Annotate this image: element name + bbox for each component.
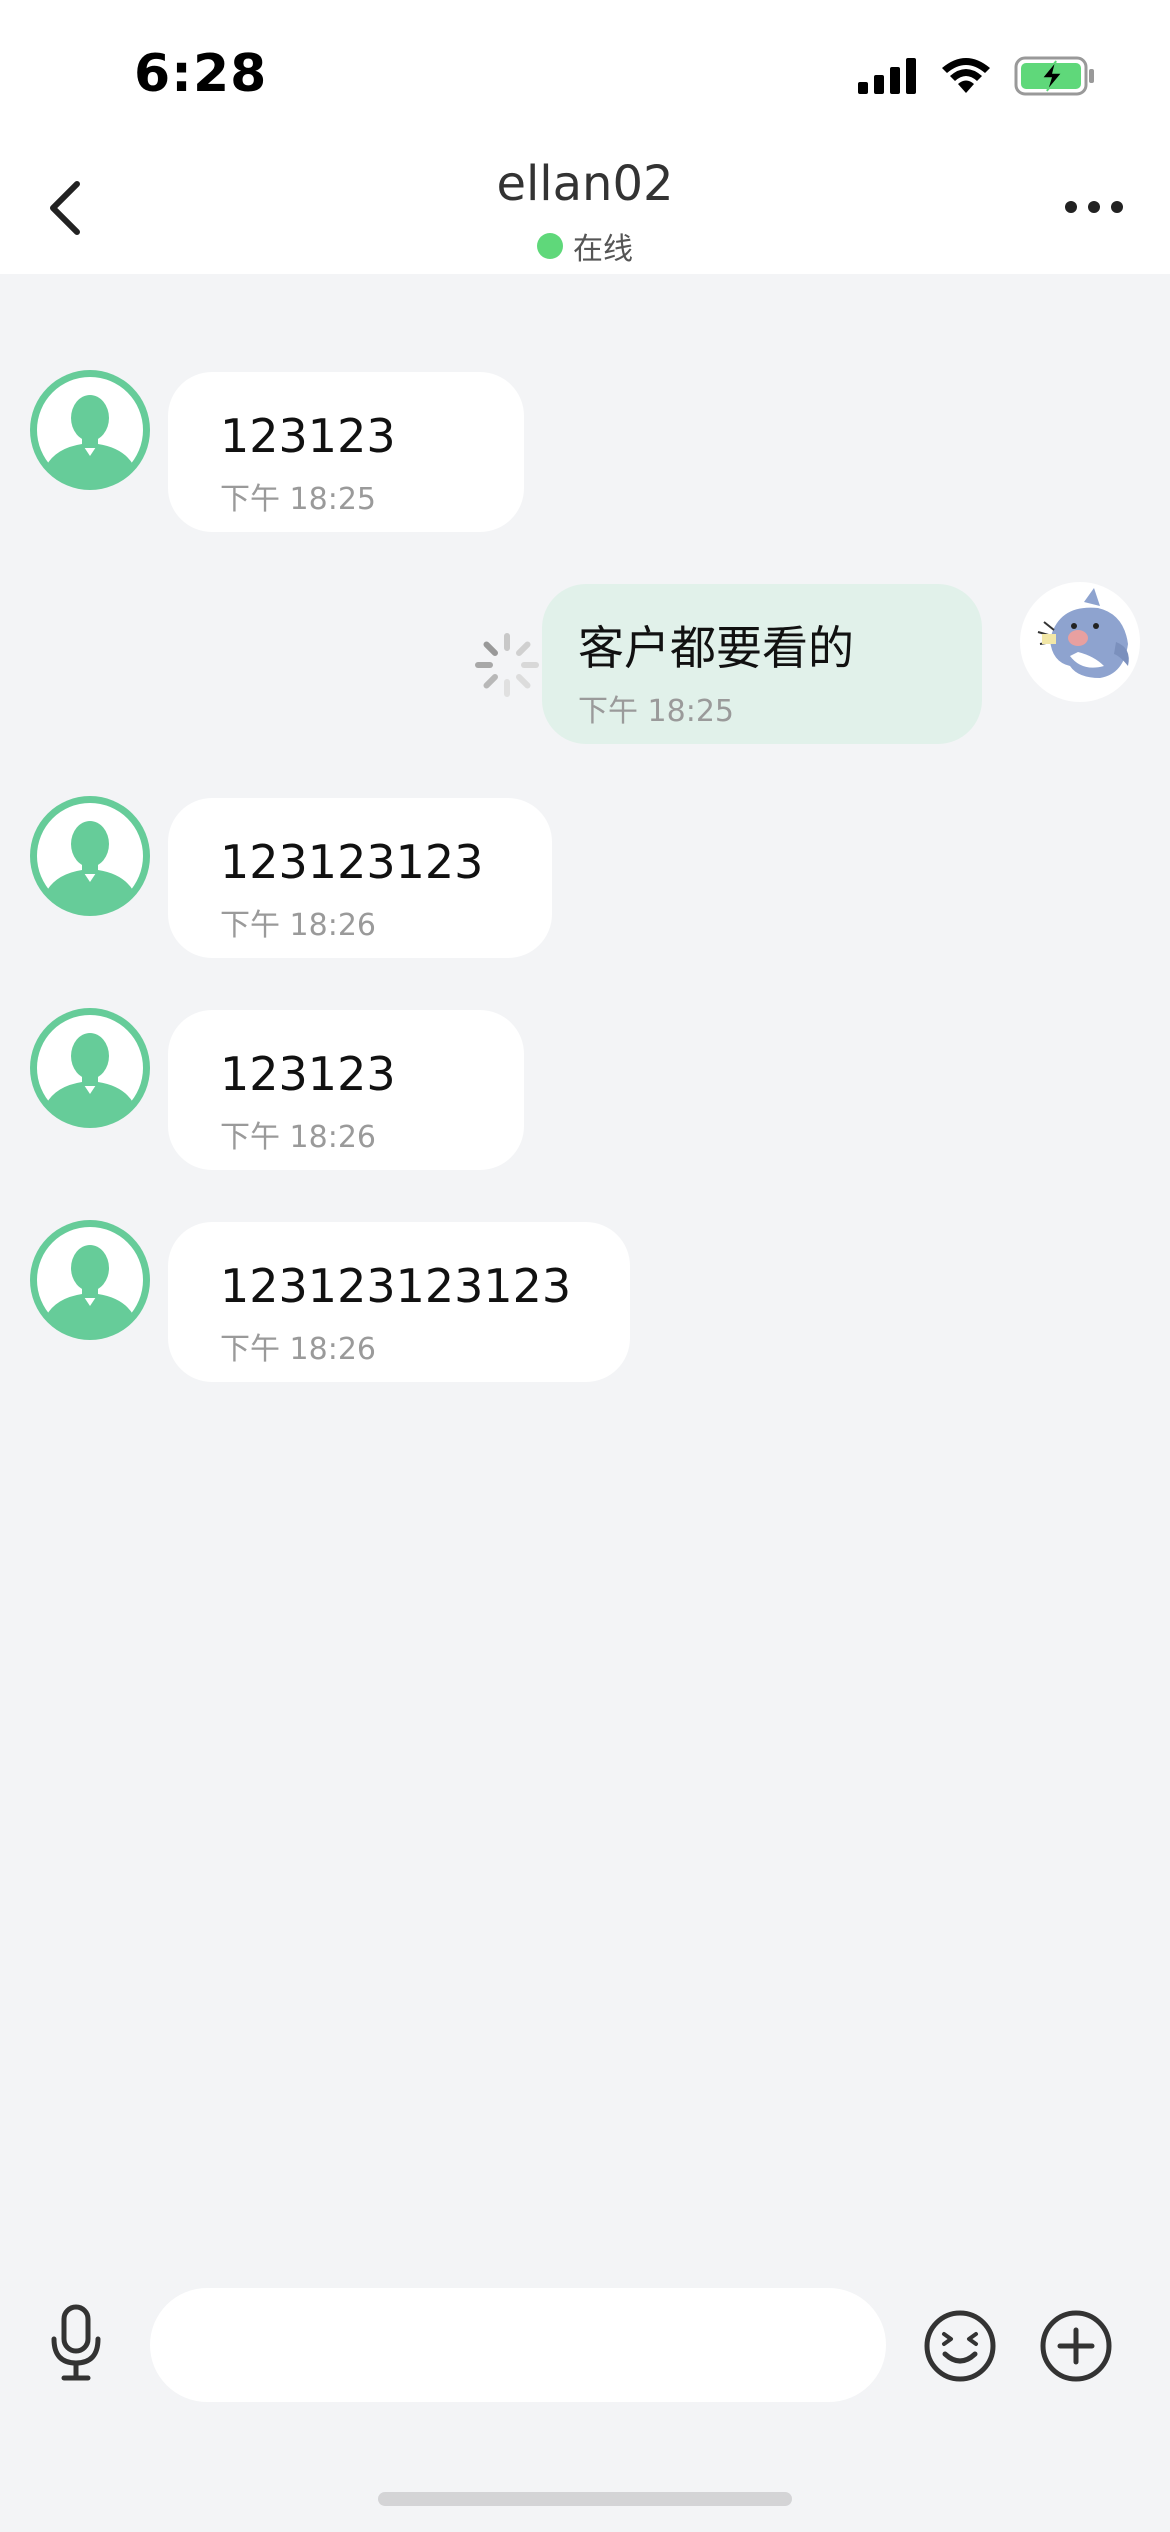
cellular-signal-icon: [858, 58, 918, 98]
message-row: 123123123 下午 18:26: [0, 796, 1170, 966]
message-row: 123123 下午 18:26: [0, 1008, 1170, 1178]
online-status-label: 在线: [573, 232, 633, 267]
default-user-avatar-icon: [37, 1227, 143, 1336]
avatar[interactable]: [30, 796, 150, 916]
online-status: 在线: [0, 224, 1170, 268]
status-time: 6:28: [134, 44, 268, 104]
voice-input-button[interactable]: [38, 2300, 114, 2390]
status-icons: [858, 56, 1096, 100]
message-time: 下午 18:25: [220, 482, 376, 517]
avatar[interactable]: [30, 370, 150, 490]
microphone-icon: [48, 2303, 104, 2387]
home-indicator[interactable]: [378, 2492, 792, 2506]
message-time: 下午 18:26: [220, 1332, 376, 1367]
shark-sticker-avatar-icon: [1022, 584, 1138, 700]
status-bar: 6:28: [0, 0, 1170, 150]
message-time: 下午 18:26: [220, 1120, 376, 1155]
chat-header: ellan02 在线: [0, 150, 1170, 274]
message-text: 123123: [220, 409, 396, 463]
plus-circle-icon: [1040, 2310, 1112, 2382]
sending-spinner-icon: [472, 630, 542, 700]
avatar[interactable]: [30, 1220, 150, 1340]
more-options-button[interactable]: [1054, 178, 1134, 238]
message-time: 下午 18:25: [578, 694, 734, 729]
default-user-avatar-icon: [37, 1015, 143, 1124]
message-input[interactable]: [150, 2288, 886, 2402]
message-text: 客户都要看的: [578, 621, 854, 675]
composer-bar: [0, 2270, 1170, 2420]
avatar[interactable]: [1020, 582, 1140, 702]
message-text: 123123123123: [220, 1259, 572, 1313]
emoji-icon: [924, 2310, 996, 2382]
message-row: 123123 下午 18:25: [0, 370, 1170, 540]
default-user-avatar-icon: [37, 377, 143, 486]
message-time: 下午 18:26: [220, 908, 376, 943]
message-text: 123123123: [220, 835, 484, 889]
more-actions-button[interactable]: [1036, 2306, 1116, 2386]
message-row: 客户都要看的 下午 18:25: [0, 582, 1170, 752]
message-bubble[interactable]: 客户都要看的 下午 18:25: [542, 584, 982, 744]
online-dot-icon: [537, 233, 563, 259]
wifi-icon: [940, 57, 992, 99]
battery-charging-icon: [1014, 56, 1096, 100]
message-bubble[interactable]: 123123123123 下午 18:26: [168, 1222, 630, 1382]
message-text: 123123: [220, 1047, 396, 1101]
message-bubble[interactable]: 123123123 下午 18:26: [168, 798, 552, 958]
message-bubble[interactable]: 123123 下午 18:26: [168, 1010, 524, 1170]
contact-name: ellan02: [496, 156, 674, 212]
message-row: 123123123123 下午 18:26: [0, 1220, 1170, 1390]
default-user-avatar-icon: [37, 803, 143, 912]
more-dots-icon: [1064, 199, 1124, 218]
emoji-button[interactable]: [920, 2306, 1000, 2386]
chat-screen: 6:28 ellan02 在线 123123 下午 18:25 客户都要看的 下…: [0, 0, 1170, 2532]
avatar[interactable]: [30, 1008, 150, 1128]
message-bubble[interactable]: 123123 下午 18:25: [168, 372, 524, 532]
